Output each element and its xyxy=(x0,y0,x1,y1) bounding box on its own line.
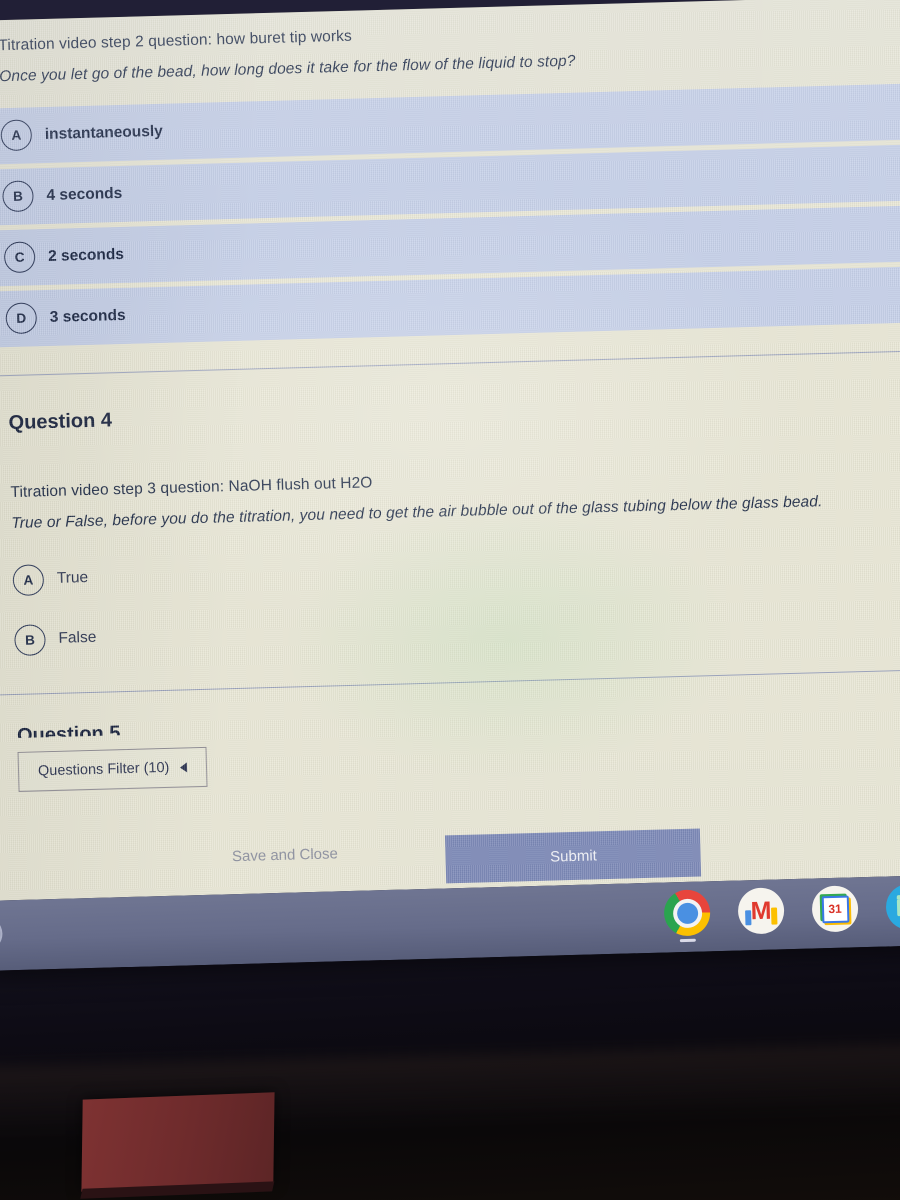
option-label-false: False xyxy=(58,629,97,648)
launcher-icon[interactable] xyxy=(0,916,3,952)
laptop-screen: Titration video step 2 question: how bur… xyxy=(0,0,900,971)
questions-filter-row: Questions Filter (10) xyxy=(17,728,900,793)
option-label-d: 3 seconds xyxy=(49,306,126,326)
quiz-content: Titration video step 2 question: how bur… xyxy=(0,0,900,793)
question-4-options: A True B False xyxy=(12,530,900,666)
option-letter-true: A xyxy=(12,563,45,596)
question-divider-1 xyxy=(0,350,900,377)
question-3-block: Titration video step 2 question: how bur… xyxy=(0,0,900,348)
files-icon[interactable] xyxy=(885,883,900,931)
question-4-heading: Question 4 xyxy=(8,408,113,434)
option-label-true: True xyxy=(56,569,89,588)
quiz-page: Titration video step 2 question: how bur… xyxy=(0,0,900,901)
option-letter-b: B xyxy=(2,180,34,213)
calendar-icon[interactable]: 31 xyxy=(811,885,859,933)
shelf-app-icons: M 31 xyxy=(663,883,900,943)
submit-button[interactable]: Submit xyxy=(445,828,702,884)
red-object-on-desk xyxy=(81,1092,275,1192)
chrome-icon[interactable] xyxy=(663,889,711,943)
option-letter-d: D xyxy=(5,302,38,335)
option-label-b: 4 seconds xyxy=(46,184,123,204)
gmail-icon-letter: M xyxy=(750,896,772,925)
chrome-running-indicator xyxy=(679,938,696,943)
questions-filter-button[interactable]: Questions Filter (10) xyxy=(17,747,208,793)
save-and-close-button[interactable]: Save and Close xyxy=(231,825,368,865)
option-letter-a: A xyxy=(0,119,33,152)
option-letter-false: B xyxy=(14,623,46,656)
question-4-body: Titration video step 3 question: NaOH fl… xyxy=(10,458,900,534)
questions-filter-label: Questions Filter (10) xyxy=(37,760,170,780)
question-3-options: A instantaneously B 4 seconds C 2 second… xyxy=(0,82,900,348)
option-letter-c: C xyxy=(3,241,36,274)
question-divider-2 xyxy=(0,669,900,696)
option-label-a: instantaneously xyxy=(44,122,164,143)
option-label-c: 2 seconds xyxy=(47,245,125,265)
triangle-left-icon xyxy=(180,762,188,773)
calendar-icon-day: 31 xyxy=(821,895,849,923)
gmail-icon[interactable]: M xyxy=(737,887,785,935)
photo-scene: Titration video step 2 question: how bur… xyxy=(0,0,900,1200)
question-4-block: Question 4 Titration video step 3 questi… xyxy=(8,387,900,666)
